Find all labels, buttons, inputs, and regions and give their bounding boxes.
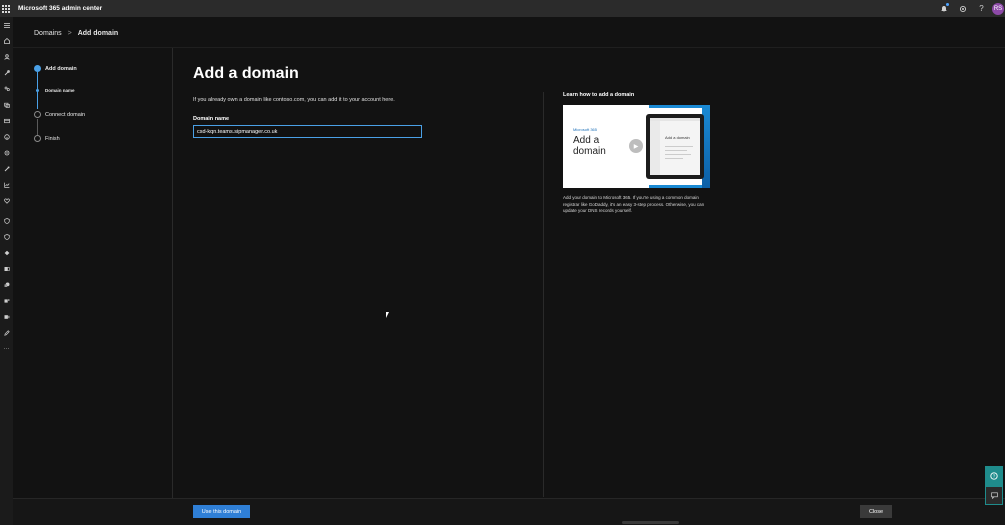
left-nav-rail: ··· bbox=[0, 17, 13, 525]
play-icon[interactable]: ▶ bbox=[629, 139, 643, 153]
reports-icon[interactable] bbox=[0, 179, 13, 191]
video-accent bbox=[649, 185, 710, 188]
settings-icon[interactable] bbox=[0, 147, 13, 159]
svg-text:?: ? bbox=[993, 474, 996, 479]
domain-name-label: Domain name bbox=[193, 116, 230, 122]
step-domain-name[interactable]: Domain name bbox=[45, 88, 75, 93]
users-icon[interactable] bbox=[0, 51, 13, 63]
teams-admin-icon[interactable] bbox=[0, 295, 13, 307]
substep-indicator bbox=[36, 89, 39, 92]
compliance-icon[interactable] bbox=[0, 231, 13, 243]
help-chat-icon[interactable]: ? bbox=[985, 466, 1003, 486]
step-line bbox=[37, 119, 38, 135]
video-headline: Add a domain bbox=[573, 135, 606, 157]
help-icon[interactable]: ? bbox=[972, 0, 991, 17]
menu-icon[interactable] bbox=[0, 19, 13, 31]
header-actions: ? RS bbox=[934, 0, 1005, 17]
breadcrumb-separator: > bbox=[67, 30, 72, 37]
learn-description: Add your domain to Microsoft 365. If you… bbox=[563, 195, 705, 213]
step-connect-domain[interactable]: Connect domain bbox=[45, 112, 85, 118]
groups-icon[interactable] bbox=[0, 99, 13, 111]
breadcrumb-domains[interactable]: Domains bbox=[34, 30, 62, 37]
panel-separator bbox=[543, 92, 544, 497]
footer-bar bbox=[13, 498, 1005, 525]
more-icon[interactable]: ··· bbox=[0, 343, 13, 355]
horizontal-scrollbar[interactable] bbox=[622, 521, 679, 524]
exchange-icon[interactable] bbox=[0, 263, 13, 275]
breadcrumb-current: Add domain bbox=[77, 30, 119, 37]
endpoint-icon[interactable] bbox=[0, 247, 13, 259]
intro-text: If you already own a domain like contoso… bbox=[193, 97, 395, 103]
sharepoint-icon[interactable] bbox=[0, 279, 13, 291]
mouse-cursor-icon bbox=[386, 312, 389, 318]
page-title: Add a domain bbox=[193, 65, 299, 82]
video-screen-label: Add a domain bbox=[665, 135, 690, 140]
home-icon[interactable] bbox=[0, 35, 13, 47]
use-this-domain-button[interactable]: Use this domain bbox=[193, 505, 250, 518]
settings-icon[interactable] bbox=[953, 0, 972, 17]
configure-icon[interactable] bbox=[0, 163, 13, 175]
top-header-bar: Microsoft 365 admin center ? RS bbox=[0, 0, 1005, 17]
close-button[interactable]: Close bbox=[860, 505, 892, 518]
intune-icon[interactable] bbox=[0, 311, 13, 323]
step-pending-indicator bbox=[34, 135, 41, 142]
breadcrumb: Domains > Add domain bbox=[34, 30, 118, 37]
notification-icon[interactable] bbox=[934, 0, 953, 17]
waffle-icon[interactable] bbox=[0, 0, 12, 17]
app-title[interactable]: Microsoft 365 admin center bbox=[18, 5, 102, 12]
edit-icon[interactable] bbox=[0, 327, 13, 339]
billing-icon[interactable] bbox=[0, 115, 13, 127]
video-thumbnail[interactable]: Microsoft 365 Add a domain Add a domain … bbox=[563, 105, 710, 188]
step-pending-indicator bbox=[34, 111, 41, 118]
security-icon[interactable] bbox=[0, 215, 13, 227]
teams-icon[interactable] bbox=[0, 83, 13, 95]
video-accent bbox=[649, 105, 710, 108]
feedback-icon[interactable] bbox=[985, 486, 1003, 505]
laptop-illustration: Add a domain bbox=[646, 114, 704, 179]
step-add-domain[interactable]: Add domain bbox=[45, 66, 77, 72]
learn-title: Learn how to add a domain bbox=[563, 92, 635, 98]
avatar[interactable]: RS bbox=[992, 2, 1004, 15]
step-finish[interactable]: Finish bbox=[45, 136, 60, 142]
health-icon[interactable] bbox=[0, 195, 13, 207]
setup-icon[interactable] bbox=[0, 131, 13, 143]
step-active-indicator bbox=[34, 65, 41, 72]
video-brand: Microsoft 365 bbox=[573, 127, 598, 132]
domain-name-field[interactable] bbox=[193, 125, 422, 138]
devices-icon[interactable] bbox=[0, 67, 13, 79]
